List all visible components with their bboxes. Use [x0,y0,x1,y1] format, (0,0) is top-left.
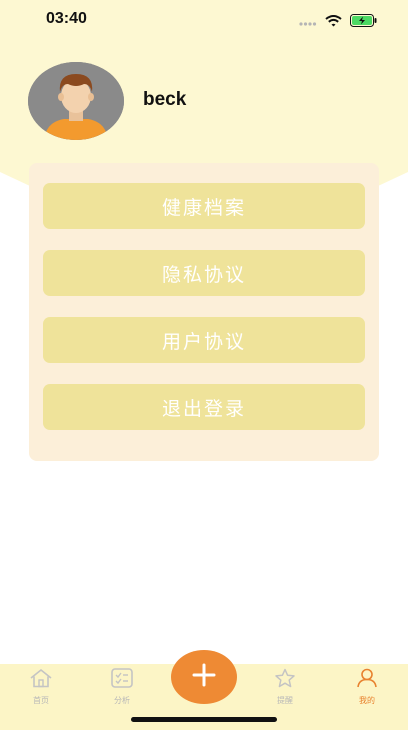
status-icons [299,12,378,31]
username: beck [143,89,187,110]
cellular-signal-icon [299,12,317,31]
tab-mine[interactable]: 我的 [337,668,397,708]
person-icon [355,668,379,692]
wifi-icon [325,12,342,31]
add-button[interactable] [171,650,237,704]
status-time: 03:40 [46,10,87,27]
logout-button[interactable]: 退出登录 [43,384,365,430]
tab-analysis-label: 分析 [114,696,130,705]
menu-card: 健康档案 隐私协议 用户协议 退出登录 [29,163,379,461]
star-icon [273,668,297,692]
health-records-button[interactable]: 健康档案 [43,183,365,229]
avatar[interactable] [28,62,124,140]
tab-reminder[interactable]: 提醒 [255,668,315,708]
tab-home[interactable]: 首页 [11,668,71,708]
plus-icon [191,662,217,692]
tab-analysis[interactable]: 分析 [92,668,152,708]
home-indicator [131,717,277,722]
privacy-policy-button[interactable]: 隐私协议 [43,250,365,296]
battery-icon [350,12,378,31]
checklist-icon [110,668,134,692]
tab-mine-label: 我的 [359,696,375,705]
user-agreement-button[interactable]: 用户协议 [43,317,365,363]
tab-home-label: 首页 [33,696,49,705]
home-icon [29,668,53,692]
tab-reminder-label: 提醒 [277,696,293,705]
status-bar: 03:40 [0,0,408,40]
